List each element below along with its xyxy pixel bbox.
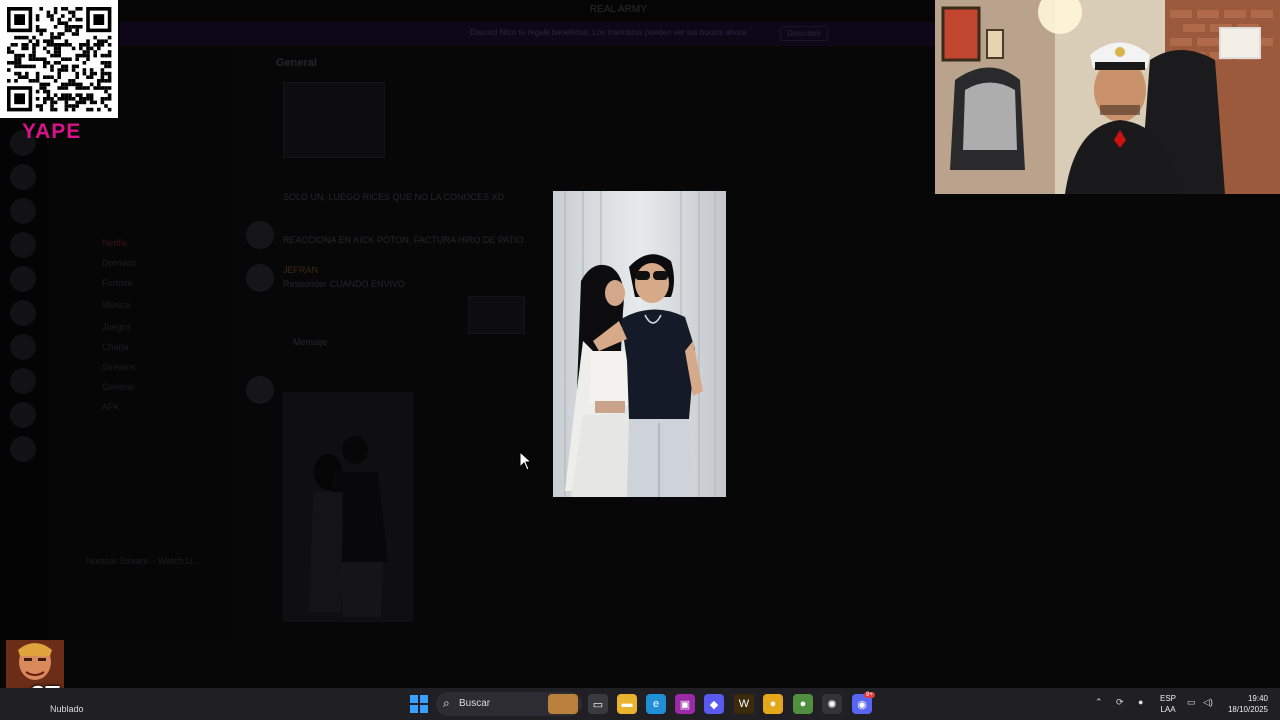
server-icon[interactable]: [10, 300, 36, 326]
channel-item[interactable]: Charla: [102, 342, 129, 352]
avatar: [246, 264, 274, 292]
chrome-profile-icon[interactable]: ●: [793, 694, 813, 714]
chat-message: Responder CUANDO ENVIVO: [283, 279, 406, 289]
edge-icon[interactable]: e: [646, 694, 666, 714]
server-icon[interactable]: [10, 402, 36, 428]
capture-icon[interactable]: ▣: [675, 694, 695, 714]
task-view-icon[interactable]: ▭: [588, 694, 608, 714]
webcam-feed: [935, 0, 1280, 194]
taskbar-search[interactable]: ⌕ Buscar: [436, 692, 582, 716]
search-label: Buscar: [459, 698, 491, 709]
channel-item[interactable]: Netflix: [102, 238, 127, 248]
image-preview[interactable]: [553, 191, 726, 497]
channel-item[interactable]: Dormido: [102, 258, 136, 268]
chat-message: REACCIONA EN KICK POTON, FACTURA HIRO DE…: [283, 235, 524, 245]
windows-taskbar: Nublado ⌕ Buscar ⌃ ⟳ ● ESP LAA ▭ ◁) 19:4…: [0, 688, 1280, 720]
server-icon[interactable]: [10, 232, 36, 258]
search-highlight-icon: [548, 694, 578, 714]
discord-badge: 9+: [864, 692, 875, 698]
channel-item[interactable]: Juegos: [102, 322, 131, 332]
volume-icon[interactable]: ◁): [1203, 697, 1213, 708]
reply-label: Mensaje: [293, 337, 328, 347]
channel-item[interactable]: General: [102, 382, 134, 392]
server-icon[interactable]: [10, 164, 36, 190]
yape-label: YAPE: [22, 120, 82, 143]
stream-label[interactable]: Nostcat Stream – Watch Li...: [86, 556, 200, 566]
avatar: [246, 221, 274, 249]
discord-titlebar: REAL ARMY: [0, 0, 935, 22]
chatgpt-icon[interactable]: ✺: [822, 694, 842, 714]
banner-text: Discord Nitro te regala beneficios. Los …: [470, 28, 749, 37]
server-icon[interactable]: [10, 198, 36, 224]
server-icon[interactable]: [10, 266, 36, 292]
copilot-icon[interactable]: ◆: [704, 694, 724, 714]
clock[interactable]: 19:40 18/10/2025: [1224, 693, 1268, 715]
network-icon[interactable]: ▭: [1187, 697, 1196, 708]
lang-top: ESP: [1159, 694, 1176, 703]
warcraft-icon[interactable]: W: [734, 694, 754, 714]
mouse-cursor-icon: [519, 450, 533, 471]
server-icon[interactable]: [10, 334, 36, 360]
server-list: [0, 120, 46, 640]
microphone-icon[interactable]: ●: [1138, 697, 1143, 707]
clock-time: 19:40: [1247, 694, 1268, 703]
search-icon: ⌕: [443, 696, 450, 710]
image-attachment[interactable]: [283, 82, 385, 158]
lang-bottom: LAA: [1160, 705, 1176, 714]
image-attachment[interactable]: [468, 296, 525, 334]
channel-header: General: [276, 57, 317, 69]
chevron-up-icon[interactable]: ⌃: [1095, 697, 1103, 708]
chat-username: JEFRAN: [283, 265, 319, 275]
nitro-banner: Discord Nitro te regala beneficios. Los …: [120, 22, 935, 46]
weather-label[interactable]: Nublado: [50, 704, 84, 714]
language-indicator[interactable]: ESP LAA: [1158, 693, 1178, 715]
file-explorer-icon[interactable]: ▬: [617, 694, 637, 714]
clock-date: 18/10/2025: [1227, 705, 1268, 714]
channel-item[interactable]: Música: [102, 300, 131, 310]
avatar: [246, 376, 274, 404]
qr-code: [0, 0, 118, 118]
start-button[interactable]: [410, 695, 428, 713]
channel-item[interactable]: Fortnite: [102, 278, 133, 288]
chrome-icon[interactable]: ●: [763, 694, 783, 714]
channel-item[interactable]: AFK: [102, 402, 120, 412]
chat-message: SOLO UN, LUEGO RICES QUE NO LA CONOCES X…: [283, 192, 505, 202]
sync-icon[interactable]: ⟳: [1116, 697, 1124, 708]
image-attachment-dimmed[interactable]: [283, 392, 413, 622]
server-icon[interactable]: [10, 436, 36, 462]
channel-item[interactable]: Streams: [102, 362, 136, 372]
window-title: REAL ARMY: [590, 4, 647, 15]
banner-button[interactable]: Descubrir: [780, 26, 829, 41]
server-icon[interactable]: [10, 368, 36, 394]
